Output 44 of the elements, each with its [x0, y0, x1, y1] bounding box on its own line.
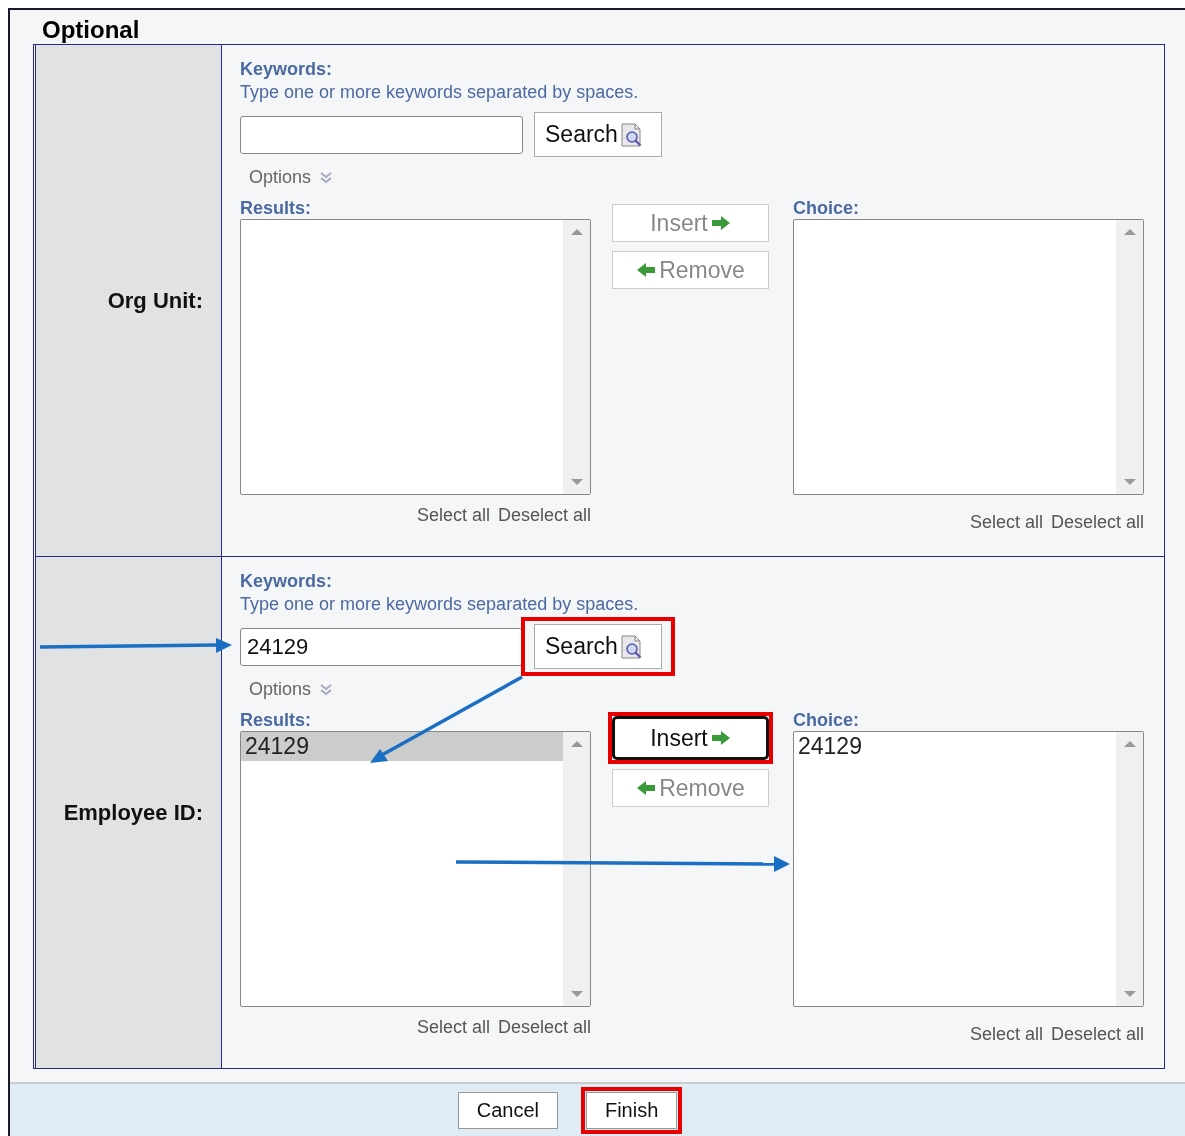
search-button[interactable]: Search — [534, 112, 662, 157]
choice-list[interactable]: 24129 — [793, 731, 1144, 1007]
footer-button[interactable]: Finish — [585, 1091, 678, 1129]
choice-label: Choice: — [793, 710, 860, 731]
keywords-field[interactable]: 24129 — [240, 627, 523, 666]
scrollbar[interactable] — [563, 732, 590, 1006]
list-item[interactable]: 24129 — [794, 732, 1116, 761]
left-arrow-icon — [636, 262, 657, 278]
choice-label: Choice: — [793, 198, 860, 219]
select-link[interactable]: Deselect all — [497, 505, 591, 526]
right-arrow-icon — [710, 215, 731, 231]
results-list[interactable] — [240, 219, 591, 495]
scrollbar[interactable] — [1116, 732, 1143, 1006]
field-label: Employee ID: — [63, 799, 203, 826]
select-link[interactable]: Deselect all — [497, 1017, 591, 1038]
hint-text: Type one or more keywords separated by spaces. — [240, 82, 640, 103]
select-link[interactable]: Select all — [969, 1024, 1043, 1045]
results-label: Results: — [240, 198, 312, 219]
keywords-label: Keywords: — [240, 59, 334, 80]
double-chevron-icon — [319, 170, 334, 185]
options-toggle[interactable]: Options — [249, 679, 334, 700]
select-link[interactable]: Select all — [416, 505, 490, 526]
section-heading: Optional — [41, 15, 141, 44]
results-list[interactable]: 24129 — [240, 731, 591, 1007]
scrollbar[interactable] — [1116, 220, 1143, 494]
field-label: Org Unit: — [107, 287, 203, 314]
hint-text: Type one or more keywords separated by spaces. — [240, 594, 640, 615]
keywords-field[interactable] — [240, 115, 523, 154]
search-button[interactable]: Search — [534, 624, 662, 669]
select-link[interactable]: Select all — [969, 512, 1043, 533]
select-link[interactable]: Select all — [416, 1017, 490, 1038]
choice-list[interactable] — [793, 219, 1144, 495]
left-arrow-icon — [636, 780, 657, 796]
double-chevron-icon — [319, 682, 334, 697]
right-arrow-icon — [710, 730, 731, 746]
list-item[interactable]: 24129 — [241, 732, 563, 761]
results-label: Results: — [240, 710, 312, 731]
select-link[interactable]: Deselect all — [1050, 512, 1144, 533]
scrollbar[interactable] — [563, 220, 590, 494]
options-toggle[interactable]: Options — [249, 167, 334, 188]
keywords-label: Keywords: — [240, 571, 334, 592]
select-link[interactable]: Deselect all — [1050, 1024, 1144, 1045]
insert-button[interactable]: Insert — [612, 716, 769, 760]
footer-button[interactable]: Cancel — [457, 1091, 558, 1129]
